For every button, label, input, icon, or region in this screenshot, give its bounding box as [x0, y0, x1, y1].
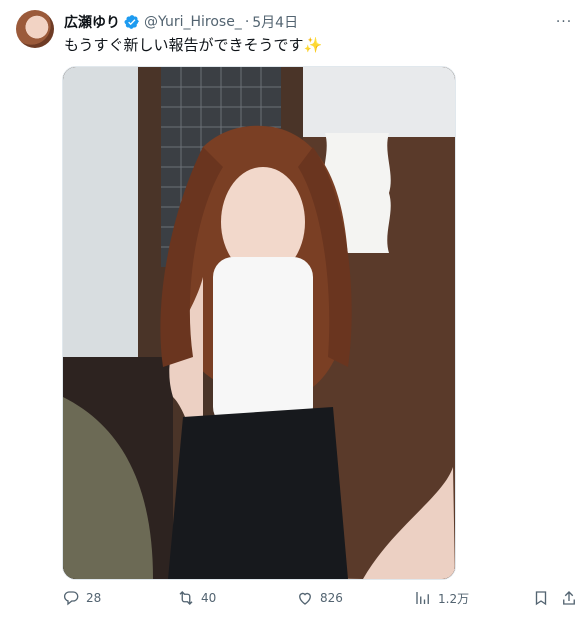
like-button[interactable]: 826 — [296, 589, 343, 607]
verified-badge-icon — [124, 14, 140, 30]
avatar[interactable] — [16, 10, 54, 48]
tweet-date[interactable]: 5月4日 — [252, 12, 298, 32]
more-options-icon[interactable]: ··· — [554, 12, 574, 32]
user-handle[interactable]: @Yuri_Hirose_ — [144, 14, 242, 30]
reply-count: 28 — [86, 591, 102, 605]
share-button[interactable] — [560, 589, 584, 607]
repost-count: 40 — [201, 591, 217, 605]
tweet-header: 広瀬ゆり @Yuri_Hirose_ · 5月4日 — [64, 12, 572, 32]
tweet-body: もうすぐ新しい報告ができそうです — [64, 36, 304, 54]
sparkle-emoji: ✨ — [303, 36, 323, 54]
views-count: 1.2万 — [438, 591, 470, 606]
bookmark-icon — [535, 591, 547, 606]
repost-button[interactable]: 40 — [177, 589, 216, 607]
tweet-photo[interactable] — [62, 66, 456, 580]
repost-icon — [179, 591, 193, 605]
views-icon — [416, 592, 429, 604]
reply-icon — [63, 591, 79, 606]
display-name[interactable]: 広瀬ゆり — [64, 12, 120, 32]
bookmark-button[interactable] — [532, 589, 556, 607]
like-count: 826 — [320, 591, 343, 605]
tweet-actions: 28 40 826 1.2万 — [62, 589, 582, 613]
reply-button[interactable]: 28 — [62, 589, 101, 607]
separator-dot: · — [244, 14, 250, 30]
photo-illustration — [63, 67, 455, 579]
heart-icon — [299, 592, 311, 605]
views-button[interactable]: 1.2万 — [414, 589, 469, 607]
tweet-text: もうすぐ新しい報告ができそうです✨ — [64, 34, 322, 56]
share-icon — [563, 591, 575, 605]
